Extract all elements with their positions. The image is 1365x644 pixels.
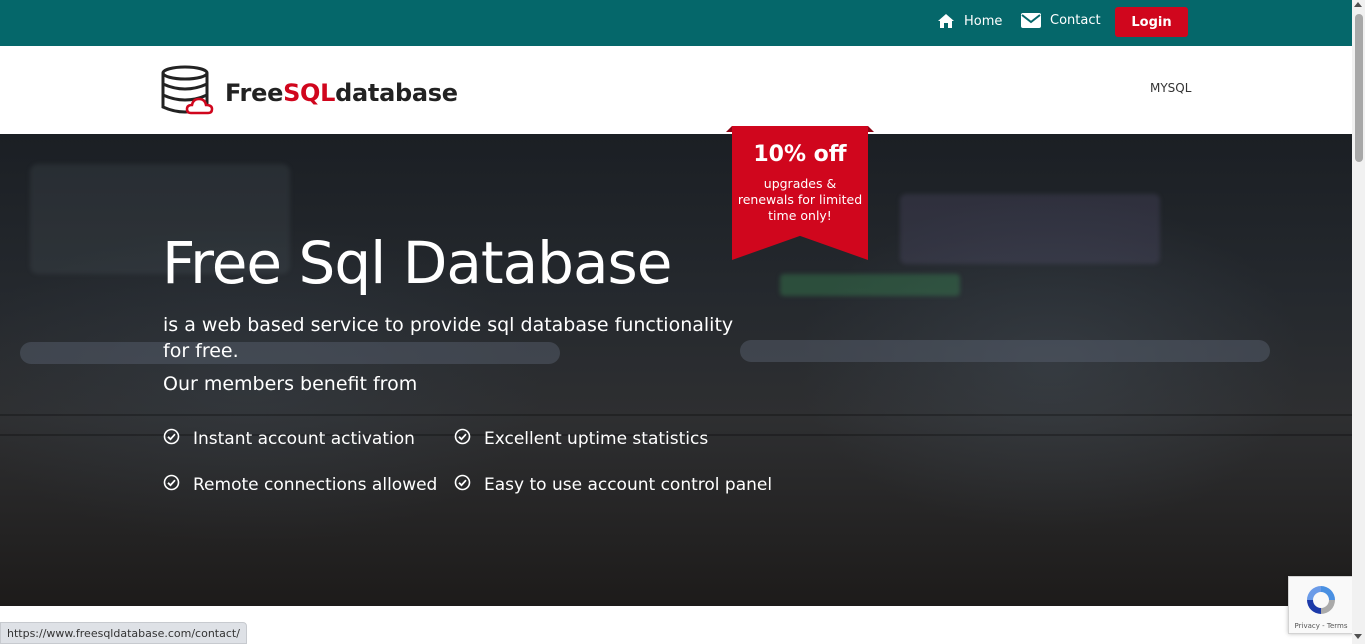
hero-title: Free Sql Database: [162, 229, 672, 297]
top-bar: Home Contact Login: [0, 0, 1352, 46]
envelope-icon: [1021, 13, 1041, 28]
logo-text-prefix: Free: [225, 79, 284, 107]
promo-ribbon[interactable]: 10% off upgrades & renewals for limited …: [726, 126, 874, 260]
logo-text: FreeSQLdatabase: [225, 79, 458, 107]
site-logo[interactable]: FreeSQLdatabase: [161, 65, 458, 121]
site-header: FreeSQLdatabase MYSQL: [0, 46, 1352, 134]
background-code-glow: [780, 274, 960, 296]
home-icon: [937, 13, 955, 29]
menu-item-mysql[interactable]: MYSQL: [1150, 81, 1191, 95]
scroll-up-arrow-icon[interactable]: [1354, 2, 1362, 7]
check-circle-icon: [163, 474, 180, 496]
feature-item: Excellent uptime statistics: [454, 428, 708, 450]
logo-text-accent: SQL: [283, 79, 336, 107]
ribbon-ear: [868, 126, 874, 132]
feature-label: Easy to use account control panel: [484, 475, 773, 495]
scrollbar-thumb[interactable]: [1355, 14, 1363, 162]
feature-label: Excellent uptime statistics: [484, 429, 709, 449]
scroll-down-arrow-icon[interactable]: [1354, 634, 1362, 639]
nav-contact-label: Contact: [1050, 13, 1101, 28]
background-stripe: [0, 414, 1352, 416]
feature-item: Instant account activation: [163, 428, 415, 450]
recaptcha-links[interactable]: Privacy - Terms: [1289, 622, 1353, 630]
feature-label: Instant account activation: [193, 429, 415, 449]
feature-item: Easy to use account control panel: [454, 474, 772, 496]
nav-home-link[interactable]: Home: [937, 13, 1002, 29]
ribbon-ear: [726, 126, 732, 132]
background-code-glow: [900, 194, 1160, 264]
logo-text-suffix: database: [335, 79, 458, 107]
hero-section: Free Sql Database is a web based service…: [0, 134, 1352, 606]
hero-subtitle: is a web based service to provide sql da…: [163, 314, 734, 362]
check-circle-icon: [454, 474, 471, 496]
database-cloud-icon: [161, 65, 215, 121]
check-circle-icon: [163, 428, 180, 450]
feature-item: Remote connections allowed: [163, 474, 437, 496]
hero-members-heading: Our members benefit from: [163, 373, 418, 395]
promo-text: upgrades & renewals for limited time onl…: [737, 176, 863, 223]
nav-home-label: Home: [964, 13, 1003, 29]
background-dock-blur: [740, 340, 1270, 362]
status-bar-url: https://www.freesqldatabase.com/contact/: [0, 622, 247, 644]
recaptcha-badge[interactable]: Privacy - Terms: [1288, 576, 1354, 634]
login-button[interactable]: Login: [1115, 7, 1188, 37]
promo-title: 10% off: [753, 142, 847, 167]
check-circle-icon: [454, 428, 471, 450]
nav-contact-link[interactable]: Contact: [1021, 13, 1101, 28]
feature-label: Remote connections allowed: [193, 475, 438, 495]
recaptcha-icon: [1303, 583, 1339, 621]
